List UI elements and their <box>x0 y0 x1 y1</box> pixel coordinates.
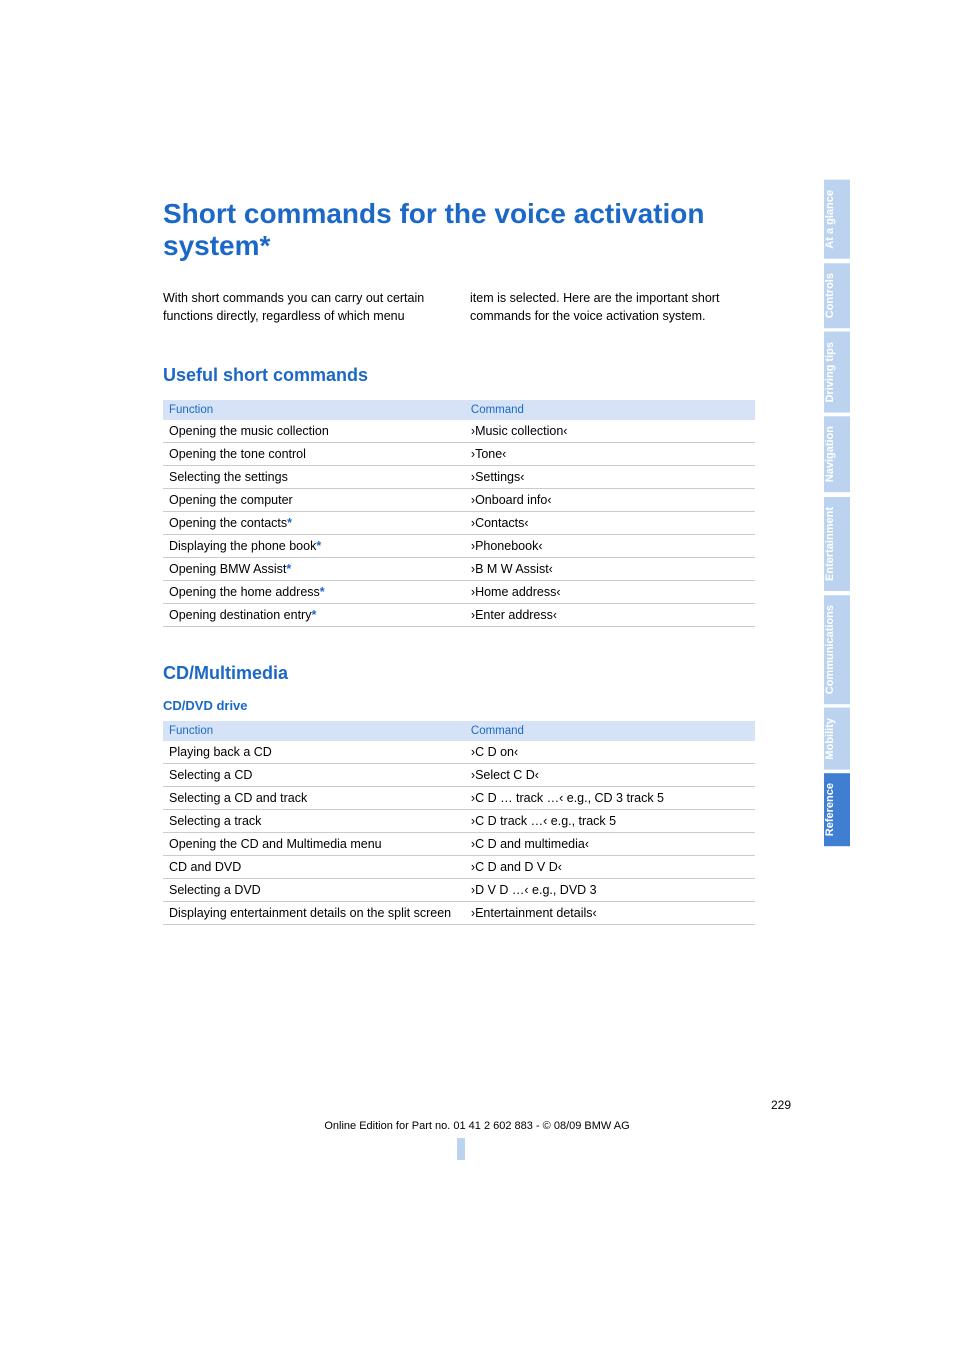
fn-text: Selecting a DVD <box>163 879 465 902</box>
fn-text: Opening the contacts <box>169 516 287 530</box>
cd-commands-table: Function Command Playing back a CD›C D o… <box>163 721 755 925</box>
cmd-text: ›C D … track …‹ e.g., CD 3 track 5 <box>465 787 755 810</box>
cmd-text: ›C D and multimedia‹ <box>465 833 755 856</box>
intro-text: With short commands you can carry out ce… <box>163 290 755 325</box>
tab-controls[interactable]: Controls <box>824 263 850 328</box>
fn-text: Opening destination entry <box>169 608 311 622</box>
star-icon: * <box>287 516 292 530</box>
page-number: 229 <box>771 1098 791 1112</box>
table-row: Selecting a track›C D track …‹ e.g., tra… <box>163 810 755 833</box>
star-icon: * <box>316 539 321 553</box>
page-title: Short commands for the voice activation … <box>163 198 755 262</box>
table-row: CD and DVD›C D and D V D‹ <box>163 856 755 879</box>
star-icon: * <box>311 608 316 622</box>
cmd-text: ›Home address‹ <box>465 581 755 604</box>
table-row: Opening the contacts* ›Contacts‹ <box>163 512 755 535</box>
cmd-text: ›Select C D‹ <box>465 764 755 787</box>
tab-reference[interactable]: Reference <box>824 773 850 846</box>
table-row: Opening the CD and Multimedia menu›C D a… <box>163 833 755 856</box>
table-row: Selecting a DVD›D V D …‹ e.g., DVD 3 <box>163 879 755 902</box>
col-command: Command <box>465 721 755 741</box>
cmd-text: ›Phonebook‹ <box>465 535 755 558</box>
table-row: Opening destination entry* ›Enter address… <box>163 604 755 627</box>
star-icon: * <box>320 585 325 599</box>
section-heading-cd: CD/Multimedia <box>163 663 755 684</box>
table-row: Opening the music collection ›Music colle… <box>163 420 755 443</box>
fn-text: CD and DVD <box>163 856 465 879</box>
cmd-text: ›D V D …‹ e.g., DVD 3 <box>465 879 755 902</box>
table-row: Opening BMW Assist* ›B M W Assist‹ <box>163 558 755 581</box>
cmd-text: ›Onboard info‹ <box>465 489 755 512</box>
useful-commands-table: Function Command Opening the music colle… <box>163 400 755 627</box>
fn-text: Playing back a CD <box>163 741 465 764</box>
cmd-text: ›Settings‹ <box>465 466 755 489</box>
fn-text: Opening the computer <box>169 493 293 507</box>
table-row: Playing back a CD›C D on‹ <box>163 741 755 764</box>
cmd-text: ›Entertainment details‹ <box>465 902 755 925</box>
table-row: Opening the home address* ›Home address‹ <box>163 581 755 604</box>
col-command: Command <box>465 400 755 420</box>
section-heading-useful: Useful short commands <box>163 365 755 386</box>
fn-text: Opening the home address <box>169 585 320 599</box>
table-row: Opening the tone control ›Tone‹ <box>163 443 755 466</box>
col-function: Function <box>163 400 465 420</box>
fn-text: Selecting the settings <box>169 470 288 484</box>
cmd-text: ›Tone‹ <box>465 443 755 466</box>
footer-strip <box>457 1138 465 1160</box>
intro-right: item is selected. Here are the important… <box>470 290 755 325</box>
tab-entertainment[interactable]: Entertainment <box>824 497 850 591</box>
star-icon: * <box>286 562 291 576</box>
table-row: Displaying the phone book* ›Phonebook‹ <box>163 535 755 558</box>
cmd-text: ›Music collection‹ <box>465 420 755 443</box>
cmd-text: ›C D on‹ <box>465 741 755 764</box>
tab-at-a-glance[interactable]: At a glance <box>824 180 850 259</box>
fn-text: Displaying entertainment details on the … <box>163 902 465 925</box>
tab-mobility[interactable]: Mobility <box>824 708 850 770</box>
col-function: Function <box>163 721 465 741</box>
fn-text: Opening the music collection <box>169 424 329 438</box>
fn-text: Selecting a CD and track <box>163 787 465 810</box>
cmd-text: ›Contacts‹ <box>465 512 755 535</box>
fn-text: Opening BMW Assist <box>169 562 286 576</box>
table-row: Opening the computer ›Onboard info‹ <box>163 489 755 512</box>
fn-text: Opening the tone control <box>169 447 306 461</box>
cmd-text: ›Enter address‹ <box>465 604 755 627</box>
fn-text: Selecting a CD <box>163 764 465 787</box>
page: Short commands for the voice activation … <box>0 0 954 1350</box>
table-row: Displaying entertainment details on the … <box>163 902 755 925</box>
tab-navigation[interactable]: Navigation <box>824 416 850 492</box>
table-row: Selecting a CD›Select C D‹ <box>163 764 755 787</box>
fn-text: Selecting a track <box>163 810 465 833</box>
section-subheading-cddvd: CD/DVD drive <box>163 698 755 713</box>
table-row: Selecting the settings ›Settings‹ <box>163 466 755 489</box>
cmd-text: ›C D track …‹ e.g., track 5 <box>465 810 755 833</box>
content: Short commands for the voice activation … <box>163 198 755 961</box>
tab-driving-tips[interactable]: Driving tips <box>824 332 850 413</box>
table-row: Selecting a CD and track›C D … track …‹ … <box>163 787 755 810</box>
footer-line: Online Edition for Part no. 01 41 2 602 … <box>163 1120 791 1132</box>
fn-text: Opening the CD and Multimedia menu <box>163 833 465 856</box>
fn-text: Displaying the phone book <box>169 539 316 553</box>
cmd-text: ›B M W Assist‹ <box>465 558 755 581</box>
intro-left: With short commands you can carry out ce… <box>163 290 448 325</box>
side-tabs: At a glance Controls Driving tips Naviga… <box>824 180 850 851</box>
tab-communications[interactable]: Communications <box>824 595 850 704</box>
cmd-text: ›C D and D V D‹ <box>465 856 755 879</box>
